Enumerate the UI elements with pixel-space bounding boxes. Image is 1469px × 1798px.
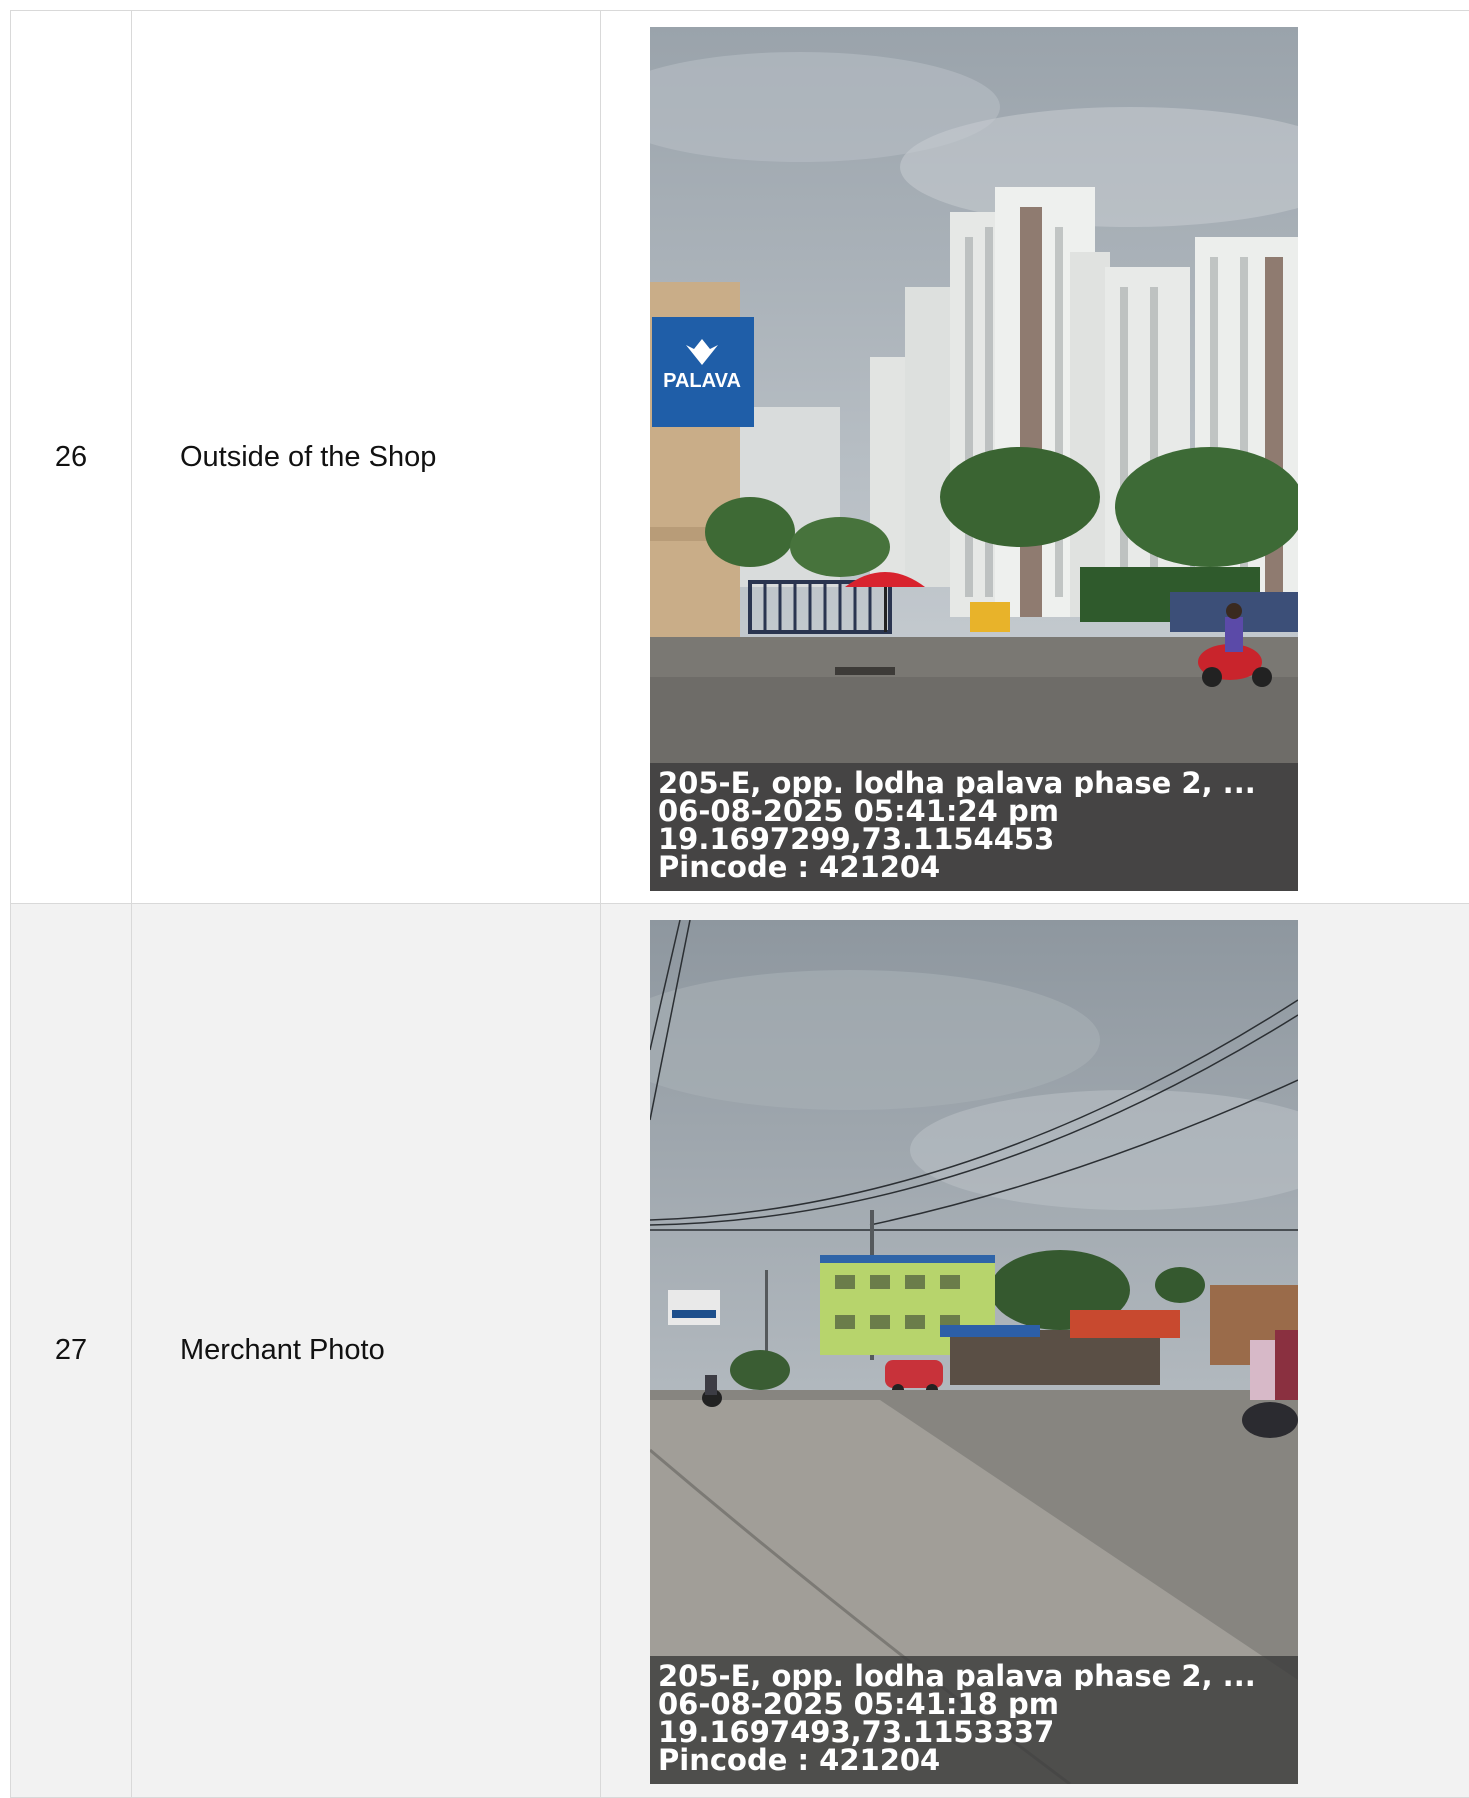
geotag-address: 205-E, opp. lodha palava phase 2, ... xyxy=(658,1662,1256,1690)
photo-merchant[interactable]: 205-E, opp. lodha palava phase 2, ... 06… xyxy=(650,920,1298,1784)
row-number-cell: 27 xyxy=(10,904,131,1797)
row-description: Merchant Photo xyxy=(180,1334,385,1366)
photo-cell: 205-E, opp. lodha palava phase 2, ... 06… xyxy=(600,904,1469,1797)
row-description-cell: Merchant Photo xyxy=(131,904,600,1797)
table-row: 26 Outside of the Shop PALAVA 205-E, opp… xyxy=(10,11,1469,904)
photo-image: PALAVA xyxy=(650,27,1298,891)
row-number: 27 xyxy=(54,1334,88,1366)
geotag-address: 205-E, opp. lodha palava phase 2, ... xyxy=(658,769,1256,797)
geotag-datetime: 06-08-2025 05:41:18 pm xyxy=(658,1690,1059,1718)
geotag-datetime: 06-08-2025 05:41:24 pm xyxy=(658,797,1059,825)
geotag-pincode: Pincode : 421204 xyxy=(658,1746,941,1774)
row-description-cell: Outside of the Shop xyxy=(131,11,600,903)
row-number: 26 xyxy=(54,440,88,473)
photo-cell: PALAVA 205-E, opp. lodha palava phase 2,… xyxy=(600,11,1469,903)
geotag-coordinates: 19.1697299,73.1154453 xyxy=(658,825,1055,853)
row-description: Outside of the Shop xyxy=(180,440,437,473)
palava-sign-text: PALAVA xyxy=(663,370,741,392)
row-number-cell: 26 xyxy=(10,11,131,903)
photo-geotag-overlay: 205-E, opp. lodha palava phase 2, ... 06… xyxy=(650,1656,1298,1784)
photo-geotag-overlay: 205-E, opp. lodha palava phase 2, ... 06… xyxy=(650,763,1298,891)
photo-image xyxy=(650,920,1298,1784)
geotag-coordinates: 19.1697493,73.1153337 xyxy=(658,1718,1055,1746)
geotag-pincode: Pincode : 421204 xyxy=(658,853,941,881)
photo-outside-shop[interactable]: PALAVA 205-E, opp. lodha palava phase 2,… xyxy=(650,27,1298,891)
table-row: 27 Merchant Photo 205-E, opp. lodha pala… xyxy=(10,904,1469,1798)
photo-table: 26 Outside of the Shop PALAVA 205-E, opp… xyxy=(10,10,1469,1798)
